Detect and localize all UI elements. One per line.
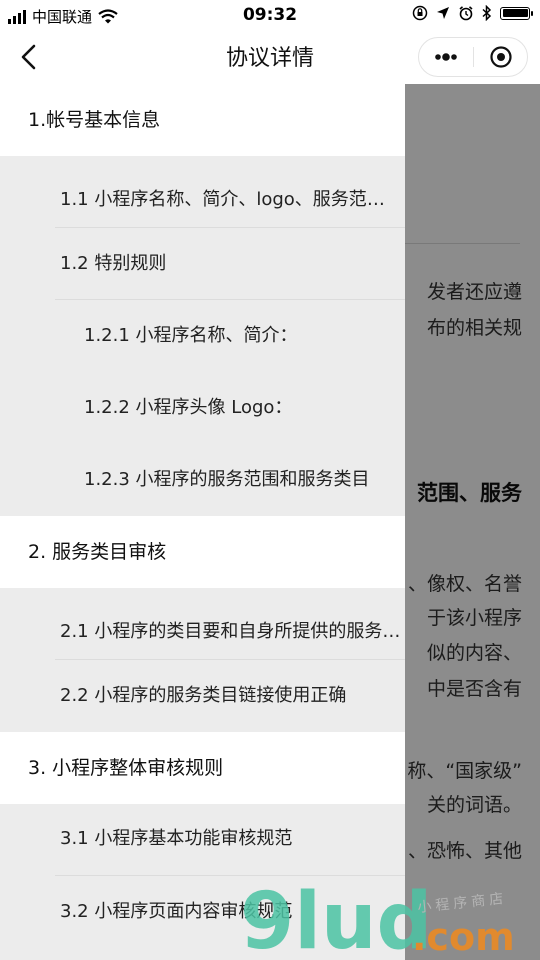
miniprogram-capsule: [418, 37, 528, 77]
orientation-lock-icon: [412, 5, 428, 21]
toc-item-1-2[interactable]: 1.2 特别规则: [0, 228, 405, 300]
toc-drawer: 1.帐号基本信息 1.1 小程序名称、简介、logo、服务范围和服务类目 1.2…: [0, 84, 405, 960]
toc-item-3-1[interactable]: 3.1 小程序基本功能审核规范: [0, 804, 405, 876]
toc-separator: [55, 227, 405, 228]
toc-item-1-2-3[interactable]: 1.2.3 小程序的服务范围和服务类目: [0, 444, 405, 516]
more-button[interactable]: [419, 38, 473, 76]
watermark-brand: 9lud: [240, 880, 432, 955]
close-miniprogram-button[interactable]: [474, 38, 528, 76]
status-bar: 中国联通 09:32: [0, 0, 540, 30]
location-icon: [437, 7, 449, 19]
watermark-suffix: .com: [412, 915, 515, 955]
toc-section-1[interactable]: 1.帐号基本信息: [0, 84, 405, 156]
toc-separator: [55, 299, 405, 300]
alarm-icon: [459, 6, 473, 21]
more-dots-icon: [435, 53, 457, 61]
toc-item-2-2[interactable]: 2.2 小程序的服务类目链接使用正确: [0, 660, 405, 732]
toc-separator: [55, 875, 405, 876]
nav-bar: 协议详情: [0, 30, 540, 84]
target-close-icon: [490, 46, 512, 68]
toc-item-1-2-1[interactable]: 1.2.1 小程序名称、简介：: [0, 300, 405, 372]
status-right: [412, 5, 533, 21]
battery-icon: [500, 6, 533, 20]
toc-section-3[interactable]: 3. 小程序整体审核规则: [0, 732, 405, 804]
toc-item-2-1[interactable]: 2.1 小程序的类目要和自身所提供的服务相符: [0, 588, 405, 660]
bluetooth-icon: [482, 5, 492, 21]
toc-item-1-2-2[interactable]: 1.2.2 小程序头像 Logo：: [0, 372, 405, 444]
toc-item-1-1[interactable]: 1.1 小程序名称、简介、logo、服务范围和服务类目: [0, 156, 405, 228]
toc-section-2[interactable]: 2. 服务类目审核: [0, 516, 405, 588]
watermark-logo: 9lud .com 小程序商店: [240, 880, 515, 955]
toc-separator: [55, 659, 405, 660]
